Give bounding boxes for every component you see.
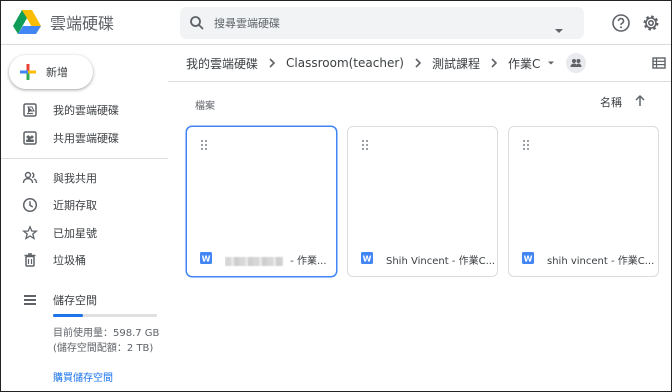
sort-by-name-button[interactable]: 名稱 (600, 94, 622, 110)
search-icon[interactable] (180, 7, 214, 39)
word-doc-icon: W (361, 252, 373, 264)
file-card[interactable]: W Shih Vincent - 作業C... (347, 126, 498, 277)
chevron-down-icon[interactable] (546, 58, 556, 68)
trash-icon (22, 252, 38, 268)
chevron-right-icon (412, 57, 424, 69)
clock-icon (22, 197, 38, 213)
file-card[interactable]: W - 作業... (186, 126, 337, 277)
sidebar-item-label: 與我共用 (53, 172, 97, 185)
doc-thumbnail-icon (199, 139, 209, 153)
shared-folder-icon[interactable] (566, 53, 587, 73)
search-options-icon[interactable] (542, 15, 576, 47)
sidebar-divider (1, 158, 168, 159)
doc-thumbnail-icon (521, 139, 531, 153)
sidebar-item-label: 近期存取 (53, 199, 97, 212)
svg-text:W: W (363, 254, 372, 263)
sidebar-item-recent[interactable]: 近期存取 (1, 192, 168, 218)
sidebar-item-storage[interactable]: 儲存空間 (1, 287, 168, 313)
shared-drives-icon (22, 130, 38, 146)
chevron-right-icon (266, 57, 278, 69)
sidebar-item-label: 垃圾桶 (53, 254, 86, 267)
star-icon (22, 225, 38, 241)
list-view-icon[interactable] (651, 55, 667, 71)
storage-icon (22, 292, 38, 308)
redacted-name (225, 256, 283, 266)
chevron-right-icon (488, 57, 500, 69)
gear-icon[interactable] (641, 13, 661, 33)
sidebar-item-my-drive[interactable]: 我的雲端硬碟 (1, 97, 168, 123)
storage-quota-text: (儲存空間配額：2 TB) (53, 343, 154, 354)
brand[interactable]: 雲端硬碟 (13, 10, 114, 34)
file-name: shih vincent - 作業C... (547, 256, 655, 267)
svg-text:W: W (202, 254, 211, 263)
files-section-label: 檔案 (195, 101, 215, 112)
plus-icon (19, 63, 37, 81)
file-name: Shih Vincent - 作業C... (386, 256, 494, 267)
search-bar[interactable] (180, 7, 584, 39)
file-name-text: - 作業... (287, 256, 327, 267)
top-bar: 雲端硬碟 (1, 1, 671, 45)
shared-with-me-icon (22, 170, 38, 186)
file-card-footer: W - 作業... (187, 242, 336, 276)
content-divider (168, 81, 671, 82)
storage-usage-bar (53, 314, 157, 317)
storage-used-text: 目前使用量：598.7 GB (53, 328, 160, 339)
breadcrumb-item-classroom[interactable]: Classroom(teacher) (286, 56, 404, 70)
sidebar-item-trash[interactable]: 垃圾桶 (1, 247, 168, 273)
doc-thumbnail-icon (360, 139, 370, 153)
help-icon[interactable] (611, 13, 631, 33)
file-card-footer: W shih vincent - 作業C... (509, 242, 658, 276)
app-title: 雲端硬碟 (50, 14, 115, 33)
sidebar-item-label: 我的雲端硬碟 (53, 104, 119, 117)
sidebar-item-shared-drives[interactable]: 共用雲端硬碟 (1, 125, 168, 151)
file-card-footer: W Shih Vincent - 作業C... (348, 242, 497, 276)
breadcrumb-item-current-folder[interactable]: 作業C (508, 55, 540, 72)
new-button-label: 新增 (46, 66, 68, 79)
search-input[interactable] (214, 16, 544, 30)
word-doc-icon: W (200, 252, 212, 264)
file-name: - 作業... (225, 252, 333, 267)
breadcrumb-item-my-drive[interactable]: 我的雲端硬碟 (186, 55, 258, 72)
storage-label: 儲存空間 (53, 294, 97, 307)
word-doc-icon: W (522, 252, 534, 264)
sidebar-item-starred[interactable]: 已加星號 (1, 220, 168, 246)
buy-storage-link[interactable]: 購買儲存空間 (53, 369, 113, 384)
breadcrumb: 我的雲端硬碟 Classroom(teacher) 測試課程 作業C (186, 51, 587, 75)
file-card[interactable]: W shih vincent - 作業C... (508, 126, 659, 277)
drive-logo-icon (13, 10, 41, 34)
breadcrumb-item-course[interactable]: 測試課程 (432, 55, 480, 72)
sidebar-item-shared-with-me[interactable]: 與我共用 (1, 165, 168, 191)
new-button[interactable]: 新增 (9, 55, 93, 89)
sidebar-item-label: 已加星號 (53, 227, 97, 240)
my-drive-icon (22, 102, 38, 118)
arrow-up-icon[interactable] (633, 94, 647, 108)
storage-usage-fill (53, 314, 84, 317)
sidebar-item-label: 共用雲端硬碟 (53, 132, 119, 145)
svg-text:W: W (524, 254, 533, 263)
